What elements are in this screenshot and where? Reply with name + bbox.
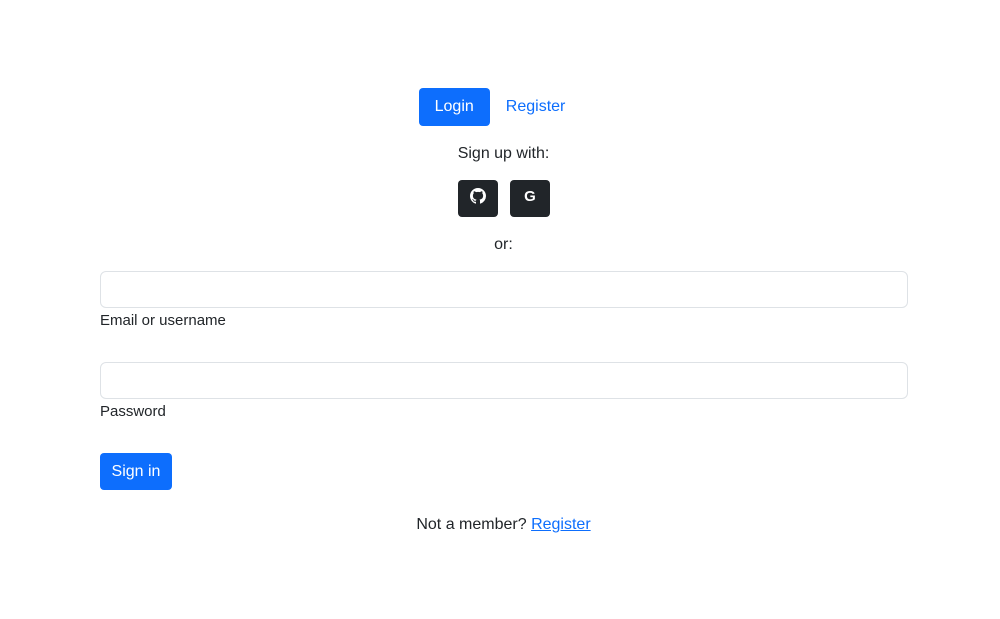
email-input[interactable]: [100, 271, 908, 308]
register-link[interactable]: Register: [531, 516, 591, 533]
login-page: Login Register Sign up with: G or: Email…: [0, 0, 1000, 619]
google-login-button[interactable]: G: [509, 180, 550, 217]
github-login-button[interactable]: [457, 180, 498, 217]
social-login-group: G: [0, 180, 1000, 217]
tab-login[interactable]: Login: [418, 88, 490, 126]
email-field-group: Email or username: [100, 271, 908, 329]
signup-prompt: Sign up with:: [457, 145, 550, 162]
google-glyph: G: [524, 188, 536, 204]
divider-text: or:: [494, 236, 513, 253]
auth-tabs: Login Register: [0, 88, 1000, 126]
google-icon: G: [522, 188, 538, 209]
password-input[interactable]: [100, 362, 908, 399]
password-field-group: Password: [100, 362, 908, 420]
register-prompt: Not a member? Register: [0, 516, 1000, 534]
github-icon: [469, 188, 486, 209]
password-label: Password: [100, 403, 166, 420]
tab-register[interactable]: Register: [490, 88, 582, 126]
not-member-text: Not a member?: [416, 516, 527, 533]
email-label: Email or username: [100, 312, 226, 329]
sign-in-button[interactable]: Sign in: [100, 453, 172, 490]
